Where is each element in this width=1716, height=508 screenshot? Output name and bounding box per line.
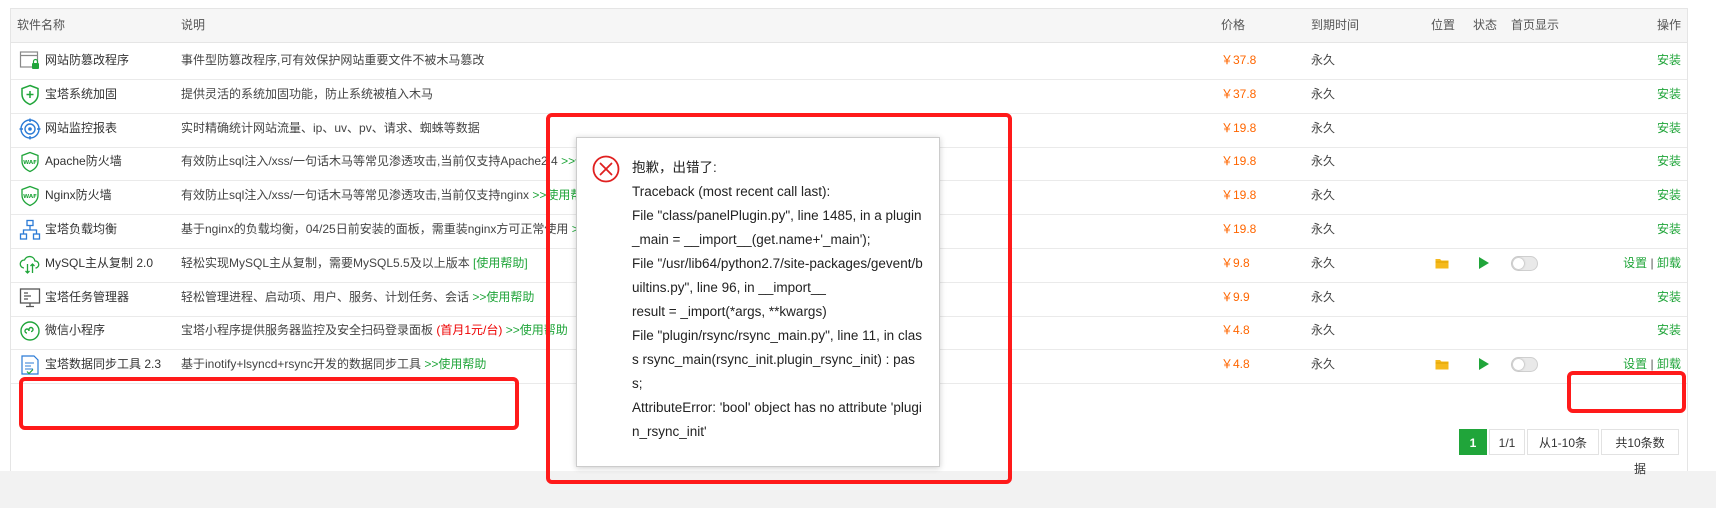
plugin-price: ￥19.8 <box>1221 222 1257 236</box>
page-current[interactable]: 1 <box>1459 429 1487 455</box>
install-link[interactable]: 安装 <box>1657 110 1681 147</box>
plugin-name: 网站防篡改程序 <box>45 53 130 67</box>
annotation-box-dialog <box>546 113 1012 484</box>
plugin-price: ￥37.8 <box>1221 53 1257 67</box>
task-manager-icon <box>19 287 41 309</box>
data-sync-icon <box>19 354 41 376</box>
install-link[interactable]: 安装 <box>1657 279 1681 316</box>
load-balance-icon <box>19 219 41 241</box>
install-link[interactable]: 安装 <box>1657 312 1681 349</box>
plugin-expire: 永久 <box>1311 255 1336 270</box>
plugin-price: ￥19.8 <box>1221 120 1257 135</box>
header-action: 操作 <box>1656 18 1681 32</box>
website-tamper-icon <box>19 50 41 72</box>
plugin-name: 宝塔负载均衡 <box>45 222 118 236</box>
folder-icon[interactable] <box>1435 358 1449 370</box>
plugin-price: ￥37.8 <box>1221 86 1257 101</box>
waf-shield-icon: WAF <box>19 151 41 173</box>
plugin-actions: 设置 | 卸载 <box>1623 245 1681 282</box>
plugin-price: ￥9.8 <box>1221 255 1250 270</box>
plugin-name: Apache防火墙 <box>45 154 122 169</box>
plugin-desc: 有效防止sql注入/xss/一句话木马等常见渗透攻击,当前仅支持nginx >>… <box>181 188 595 203</box>
plugin-expire: 永久 <box>1311 53 1336 67</box>
plugin-expire: 永久 <box>1311 323 1336 338</box>
install-link[interactable]: 安装 <box>1657 143 1681 180</box>
start-icon[interactable] <box>1479 358 1489 371</box>
home-display-toggle[interactable] <box>1511 255 1538 271</box>
plugin-expire: 永久 <box>1311 357 1336 372</box>
action-separator: | <box>1650 255 1654 270</box>
page-range: 从1-10条 <box>1527 429 1599 455</box>
plugin-expire: 永久 <box>1311 86 1336 101</box>
plugin-name: Nginx防火墙 <box>45 188 112 203</box>
table-row: 网站防篡改程序 事件型防篡改程序,可有效保护网站重要文件不被木马篡改 ￥37.8 永久… <box>11 42 1687 80</box>
plugin-expire: 永久 <box>1311 222 1336 236</box>
shield-plus-icon <box>19 84 41 106</box>
install-link[interactable]: 安装 <box>1657 177 1681 214</box>
help-link[interactable]: >>使用帮助 <box>424 357 486 371</box>
plugin-desc: 提供灵活的系统加固功能，防止系统被植入木马 <box>181 86 434 101</box>
page-count: 1/1 <box>1489 429 1525 455</box>
svg-text:WAF: WAF <box>23 194 37 200</box>
plugin-desc: 事件型防篡改程序,可有效保护网站重要文件不被木马篡改 <box>181 53 485 67</box>
folder-icon[interactable] <box>1435 257 1449 269</box>
plugin-price: ￥19.8 <box>1221 154 1257 169</box>
help-link[interactable]: >>使用帮助 <box>472 290 534 304</box>
header-price: 价格 <box>1221 18 1246 32</box>
plugin-price: ￥4.8 <box>1221 357 1250 372</box>
header-status: 状态 <box>1473 18 1498 32</box>
plugin-expire: 永久 <box>1311 289 1336 304</box>
plugin-name: 微信小程序 <box>45 323 106 338</box>
header-name: 软件名称 <box>17 18 66 32</box>
plugin-expire: 永久 <box>1311 188 1336 203</box>
settings-link[interactable]: 设置 <box>1623 357 1647 371</box>
settings-link[interactable]: 设置 <box>1623 256 1647 270</box>
plugin-name: 宝塔系统加固 <box>45 86 118 101</box>
plugin-name: 网站监控报表 <box>45 120 118 135</box>
annotation-box-actions <box>1567 371 1686 413</box>
toggle-knob <box>1513 257 1524 269</box>
install-link[interactable]: 安装 <box>1657 211 1681 248</box>
plugin-promo: (首月1元/台) <box>436 323 503 338</box>
wechat-miniapp-icon <box>19 320 41 342</box>
table-header: 软件名称 说明 价格 到期时间 位置 状态 首页显示 操作 <box>11 8 1687 43</box>
uninstall-link[interactable]: 卸载 <box>1657 256 1681 270</box>
install-link[interactable]: 安装 <box>1657 76 1681 113</box>
svg-text:WAF: WAF <box>23 160 37 166</box>
plugin-expire: 永久 <box>1311 154 1336 169</box>
plugin-price: ￥9.9 <box>1221 289 1250 304</box>
home-display-toggle[interactable] <box>1511 357 1538 373</box>
table-row: 宝塔系统加固 提供灵活的系统加固功能，防止系统被植入木马 ￥37.8 永久 安装 <box>11 76 1687 114</box>
header-desc: 说明 <box>181 18 206 32</box>
monitor-target-icon <box>19 118 41 140</box>
plugin-name: 宝塔任务管理器 <box>45 289 130 304</box>
waf-shield-icon: WAF <box>19 185 41 207</box>
action-separator: | <box>1650 357 1654 372</box>
header-position: 位置 <box>1431 18 1456 32</box>
start-icon[interactable] <box>1479 256 1489 269</box>
install-link[interactable]: 安装 <box>1657 42 1681 79</box>
plugin-name: MySQL主从复制 2.0 <box>45 255 154 270</box>
header-home: 首页显示 <box>1511 18 1560 32</box>
plugin-price: ￥19.8 <box>1221 188 1257 203</box>
annotation-box-plugin-name <box>19 377 519 430</box>
header-expire: 到期时间 <box>1311 18 1360 32</box>
uninstall-link[interactable]: 卸载 <box>1657 357 1681 371</box>
plugin-desc: 宝塔小程序提供服务器监控及安全扫码登录面板 (首月1元/台) >>使用帮助 <box>181 323 568 338</box>
cloud-sync-icon <box>19 253 41 275</box>
plugin-desc: 轻松管理进程、启动项、用户、服务、计划任务、会话 >>使用帮助 <box>181 289 535 304</box>
plugin-expire: 永久 <box>1311 120 1336 135</box>
page-total: 共10条数据 <box>1601 429 1679 476</box>
toggle-knob <box>1513 359 1524 371</box>
plugin-desc: 轻松实现MySQL主从复制，需要MySQL5.5及以上版本 [使用帮助] <box>181 255 528 270</box>
plugin-desc: 实时精确统计网站流量、ip、uv、pv、请求、蜘蛛等数据 <box>181 120 480 135</box>
help-link[interactable]: [使用帮助] <box>473 256 528 270</box>
plugin-price: ￥4.8 <box>1221 323 1250 338</box>
